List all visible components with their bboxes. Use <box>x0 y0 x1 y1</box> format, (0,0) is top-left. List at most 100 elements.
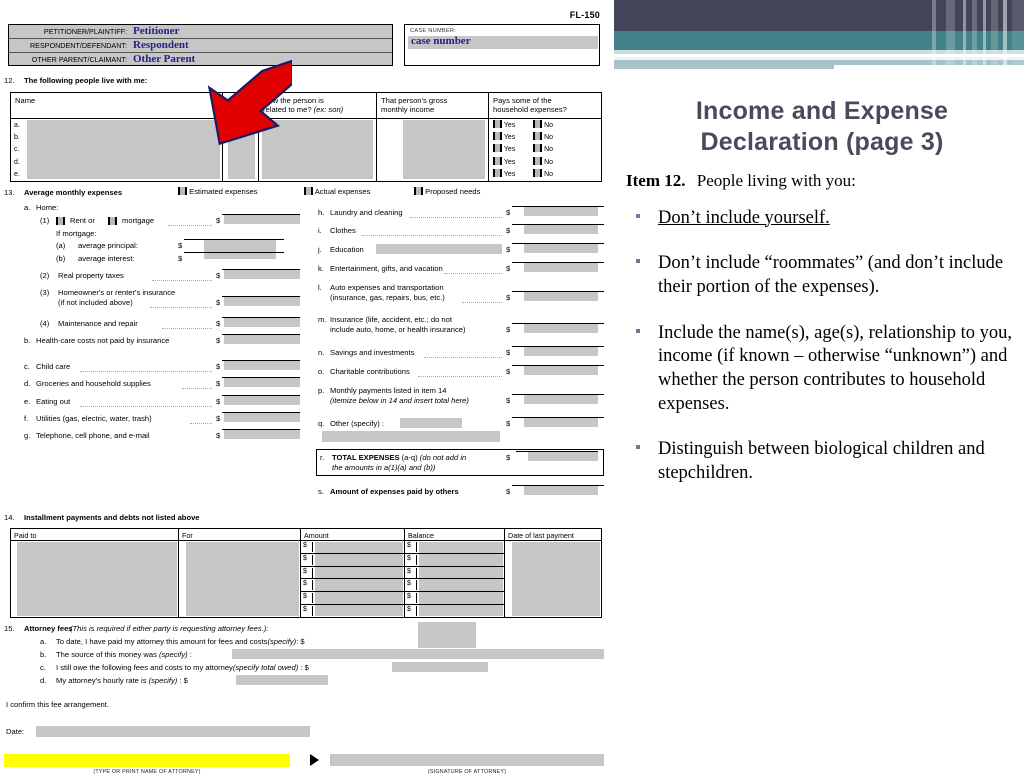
dollar-sign-a4: $ <box>216 319 221 328</box>
item12-yes-checkbox-a[interactable] <box>493 120 502 128</box>
item13a1-mortgage-label: mortgage <box>122 216 155 225</box>
item13-checkbox-proposed[interactable]: Proposed needs <box>414 187 480 196</box>
list-item: Include the name(s), age(s), relationshi… <box>626 322 1018 417</box>
item13l-input[interactable] <box>524 292 598 301</box>
item13n-input[interactable] <box>524 347 598 356</box>
dollar-sign-g: $ <box>216 431 221 440</box>
item13m-input[interactable] <box>524 324 598 333</box>
item14-for-input[interactable] <box>186 542 299 616</box>
item13q-input[interactable] <box>524 418 598 427</box>
item13a4-input[interactable] <box>224 318 300 327</box>
item13g-key: g. <box>24 431 31 440</box>
actual-expenses-checkbox[interactable] <box>304 187 313 195</box>
bullet-text-3: Include the name(s), age(s), relationshi… <box>658 322 1012 414</box>
item13j-input[interactable] <box>524 244 598 253</box>
item15d-label: My attorney's hourly rate is (specify) :… <box>56 676 188 685</box>
item12-no-checkbox-e[interactable] <box>533 168 543 177</box>
dollar-sign-a1a: $ <box>178 241 183 250</box>
item12-no-checkbox-d[interactable] <box>533 156 543 165</box>
item13g-input[interactable] <box>224 430 300 439</box>
item12-income-input[interactable] <box>403 120 485 179</box>
item13p-input[interactable] <box>524 395 598 404</box>
item12-yes-checkbox-e[interactable] <box>493 168 502 177</box>
item13n-label: Savings and investments <box>330 348 415 357</box>
item12-col-income: That person's gross monthly income <box>377 93 489 119</box>
item12-yes-label-d: Yes <box>503 158 516 166</box>
date-input[interactable] <box>36 726 310 737</box>
item13a4-dots <box>162 319 212 329</box>
item13d-key: d. <box>24 379 31 388</box>
item14-cell-for <box>179 541 301 617</box>
item15c-key: c. <box>40 663 46 672</box>
item12-no-checkbox-c[interactable] <box>533 144 543 153</box>
attorney-signature-input[interactable] <box>330 754 604 766</box>
estimated-expenses-checkbox[interactable] <box>178 187 187 195</box>
item15c-tail: : $ <box>298 663 309 672</box>
item15a-input[interactable] <box>418 622 476 648</box>
form-number: FL-150 <box>569 10 600 20</box>
item14-paid-to-input[interactable] <box>17 542 177 616</box>
item15d-input[interactable] <box>236 675 328 685</box>
item12-relation-input[interactable] <box>262 120 373 179</box>
banner-stripe-3 <box>963 0 966 72</box>
item13d-dots <box>182 379 212 389</box>
item13-checkbox-actual[interactable]: Actual expenses <box>304 187 370 196</box>
item12-yes-checkbox-b[interactable] <box>493 132 502 141</box>
item15c-input[interactable] <box>392 662 488 672</box>
item13h-input[interactable] <box>524 207 598 216</box>
item12-name-input[interactable] <box>27 120 220 179</box>
item13b-input[interactable] <box>224 335 300 344</box>
item12-yesno-row-b: Yes No <box>493 132 601 144</box>
item13a1-input[interactable] <box>224 215 300 224</box>
item13-checkbox-estimated[interactable]: Estimated expenses <box>178 187 258 196</box>
item-heading-bold: Item 12. <box>626 170 686 190</box>
item13e-input[interactable] <box>224 396 300 405</box>
item13a3-input[interactable] <box>224 297 300 306</box>
item15b-tail: : <box>187 650 192 659</box>
item13c-key: c. <box>24 362 30 371</box>
item14-cell-paid-to <box>11 541 179 617</box>
dollar-sign-bal-4: $ <box>406 580 417 591</box>
item15b-input[interactable] <box>232 649 604 659</box>
item13o-input[interactable] <box>524 366 598 375</box>
item13q-specify-input2[interactable] <box>322 431 500 442</box>
item12-col-relation: How the person is related to me? (ex: son… <box>259 93 377 119</box>
item14-date-input[interactable] <box>512 542 600 616</box>
item13q-specify-input[interactable] <box>400 418 462 428</box>
item13f-input[interactable] <box>224 413 300 422</box>
item12-yes-checkbox-c[interactable] <box>493 144 502 153</box>
bullet-list: Don’t include yourself. Don’t include “r… <box>626 207 1018 486</box>
item13i-label: Clothes <box>330 226 356 235</box>
item15d-text: My attorney's hourly rate is <box>56 676 149 685</box>
item13-number: 13. <box>4 188 15 197</box>
mortgage-checkbox[interactable] <box>108 217 117 225</box>
item13c-input[interactable] <box>224 361 300 370</box>
item13h-label: Laundry and cleaning <box>330 208 403 217</box>
item12-no-checkbox-b[interactable] <box>533 132 543 141</box>
item13a2-dots <box>152 271 212 281</box>
item13j-specify-input[interactable] <box>376 244 502 254</box>
item13a2-input[interactable] <box>224 270 300 279</box>
item15-title-italic: (This is required if either party is req… <box>70 624 269 633</box>
item12-col-relation-example: (ex: son) <box>313 105 344 115</box>
pointer-triangle-icon <box>310 754 319 766</box>
item14-title: Installment payments and debts not liste… <box>24 513 200 522</box>
item15a-key: a. <box>40 637 47 646</box>
attorney-name-highlight[interactable] <box>4 754 290 767</box>
item12-yes-checkbox-d[interactable] <box>493 156 502 165</box>
attorney-signature-caption: (SIGNATURE OF ATTORNEY) <box>427 769 507 775</box>
item13a1a-input[interactable] <box>204 240 276 259</box>
item13r-input[interactable] <box>528 452 598 461</box>
dollar-sign-amt-6: $ <box>302 605 313 616</box>
item13i-input[interactable] <box>524 225 598 234</box>
item13s-input[interactable] <box>524 486 598 495</box>
item13d-input[interactable] <box>224 378 300 387</box>
item13q-label: Other (specify) : <box>330 419 385 428</box>
item12-age-input[interactable] <box>228 120 255 179</box>
dollar-sign-amt-1: $ <box>302 542 313 552</box>
dollar-sign-p: $ <box>506 396 511 405</box>
item13k-input[interactable] <box>524 263 598 272</box>
rent-checkbox[interactable] <box>56 217 65 225</box>
item12-no-checkbox-a[interactable] <box>533 120 543 128</box>
proposed-needs-checkbox[interactable] <box>414 187 423 195</box>
